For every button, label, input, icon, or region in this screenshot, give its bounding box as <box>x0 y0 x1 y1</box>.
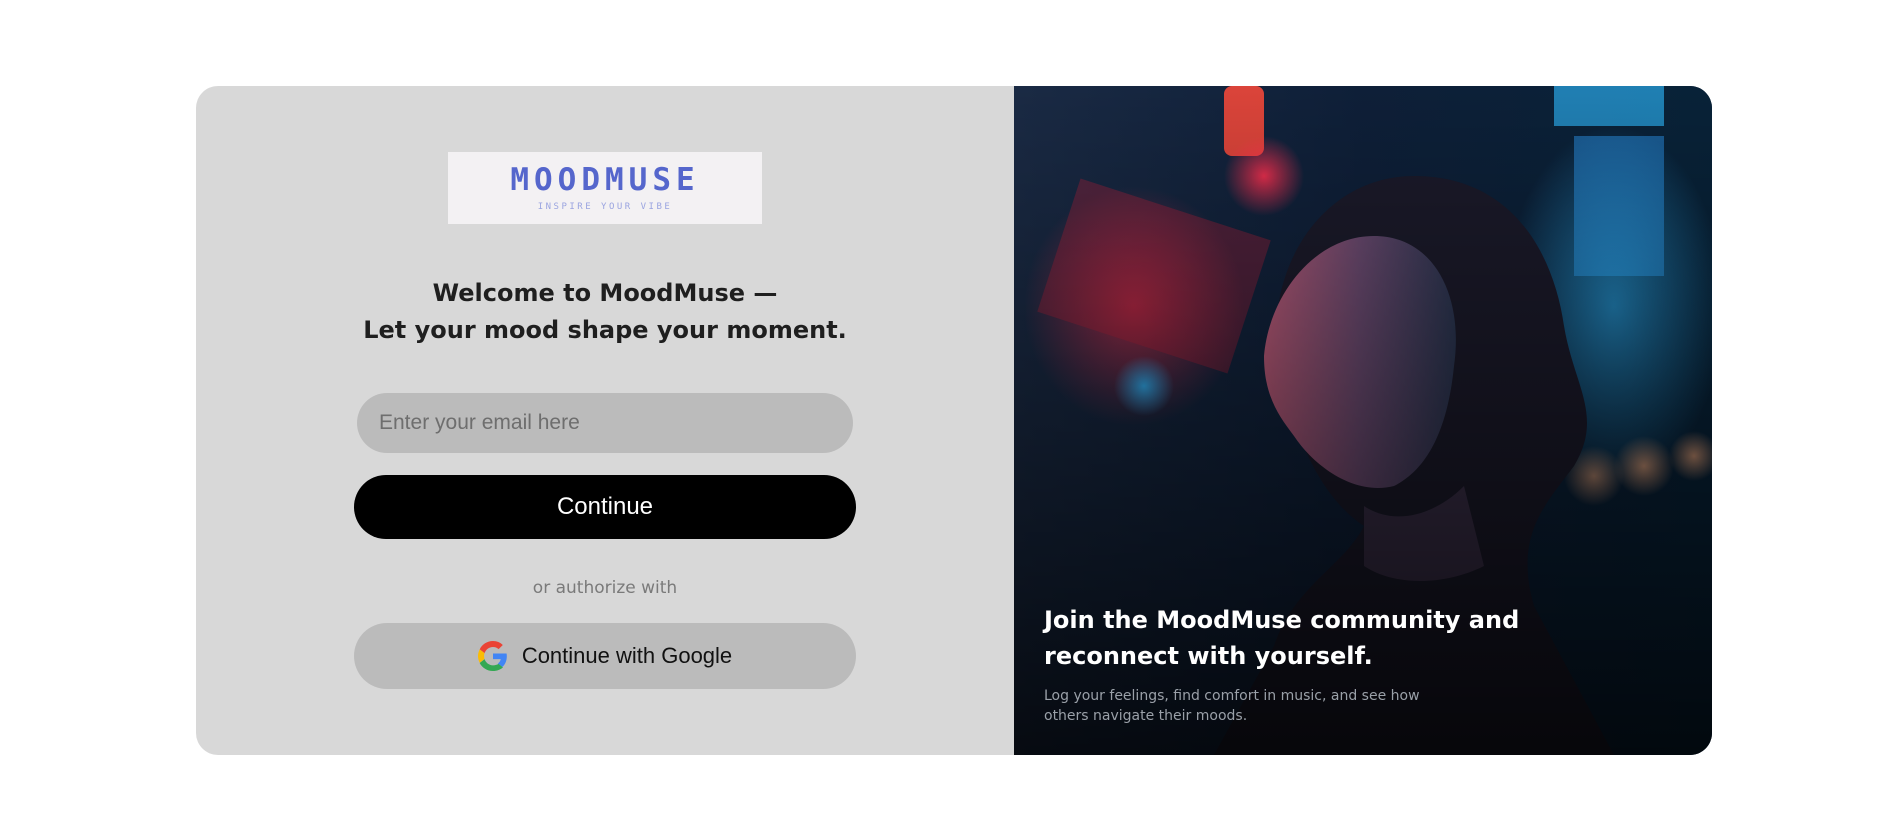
logo: MOODMUSE INSPIRE YOUR VIBE <box>448 152 762 224</box>
or-divider-text: or authorize with <box>532 578 678 598</box>
google-signin-button[interactable]: Continue with Google <box>354 623 856 689</box>
hero-subtitle: Log your feelings, find comfort in music… <box>1044 688 1420 724</box>
welcome-line-1: Welcome to MoodMuse — <box>432 279 778 307</box>
logo-tagline: INSPIRE YOUR VIBE <box>537 202 673 212</box>
google-button-label: Continue with Google <box>521 643 733 668</box>
signup-panel: MOODMUSE INSPIRE YOUR VIBE Welcome to Mo… <box>196 86 1014 755</box>
logo-title: MOODMUSE <box>510 162 700 198</box>
welcome-heading: Welcome to MoodMuse — Let your mood shap… <box>196 275 1014 349</box>
continue-button[interactable]: Continue <box>354 475 856 539</box>
hero-panel: Join the MoodMuse community and reconnec… <box>1014 86 1712 755</box>
email-input[interactable] <box>357 393 853 453</box>
signup-card: MOODMUSE INSPIRE YOUR VIBE Welcome to Mo… <box>196 86 1712 755</box>
welcome-line-2: Let your mood shape your moment. <box>363 316 847 344</box>
google-icon <box>477 641 507 671</box>
hero-title: Join the MoodMuse community and reconnec… <box>1044 606 1520 670</box>
